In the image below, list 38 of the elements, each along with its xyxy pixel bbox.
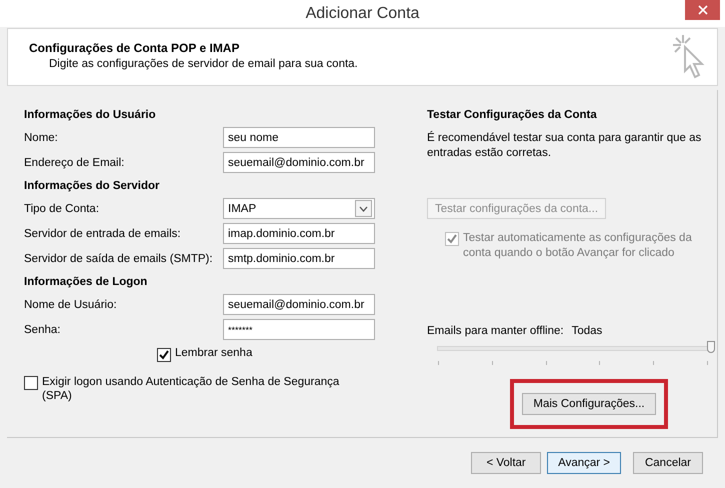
input-field[interactable]: seu nome [223, 127, 375, 148]
field-label: Nome: [24, 132, 58, 144]
chevron-down-icon [355, 200, 372, 217]
description-text: É recomendável testar sua conta para garantir que as entradas estão corretas. [427, 131, 702, 161]
dialog-button[interactable]: Avançar > [547, 452, 621, 474]
close-button[interactable] [685, 0, 720, 20]
section-heading: Informações do Servidor [24, 178, 160, 194]
field-label: Tipo de Conta: [24, 202, 100, 214]
section-heading: Informações do Usuário [24, 108, 157, 122]
field-label: Nome de Usuário: [24, 298, 117, 310]
checkbox-label: Exigir logon usando Autenticação de Senha de Segurança (SPA) [42, 375, 340, 403]
header-subtitle: Digite as configurações de servidor de email para sua conta. [49, 58, 358, 70]
dropdown[interactable]: IMAP [223, 198, 375, 219]
field-label: Servidor de saída de emails (SMTP): [24, 252, 213, 264]
checkbox-label: Testar automaticamente as configurações da conta quando o botão Avançar for clicado [463, 231, 693, 261]
password-field[interactable]: ******* [223, 319, 375, 340]
input-field[interactable]: seuemail@dominio.com.br [223, 152, 375, 173]
section-heading: Testar Configurações da Conta [427, 108, 598, 122]
header-title: Configurações de Conta POP e IMAP [29, 41, 240, 55]
offline-label: Emails para manter offline: [427, 325, 564, 337]
dialog-button[interactable]: Cancelar [633, 452, 703, 474]
offline-slider[interactable] [434, 341, 716, 355]
more-settings-button[interactable]: Mais Configurações... [522, 393, 656, 415]
checkbox-label: Lembrar senha [175, 347, 252, 359]
input-field[interactable]: imap.dominio.com.br [223, 223, 375, 244]
input-field[interactable]: seuemail@dominio.com.br [223, 294, 375, 315]
input-field[interactable]: smtp.dominio.com.br [223, 248, 375, 269]
field-label: Senha: [24, 324, 60, 336]
checkbox[interactable] [157, 348, 171, 362]
section-heading: Informações de Logon [24, 274, 148, 290]
close-icon [698, 5, 708, 15]
field-label: Endereço de Email: [24, 156, 124, 168]
offline-value: Todas [572, 325, 602, 337]
cursor-click-icon [671, 33, 705, 81]
field-label: Servidor de entrada de emails: [24, 228, 181, 240]
window-title: Adicionar Conta [306, 4, 420, 22]
checkbox[interactable] [24, 376, 38, 390]
dialog-button[interactable]: < Voltar [471, 452, 542, 474]
